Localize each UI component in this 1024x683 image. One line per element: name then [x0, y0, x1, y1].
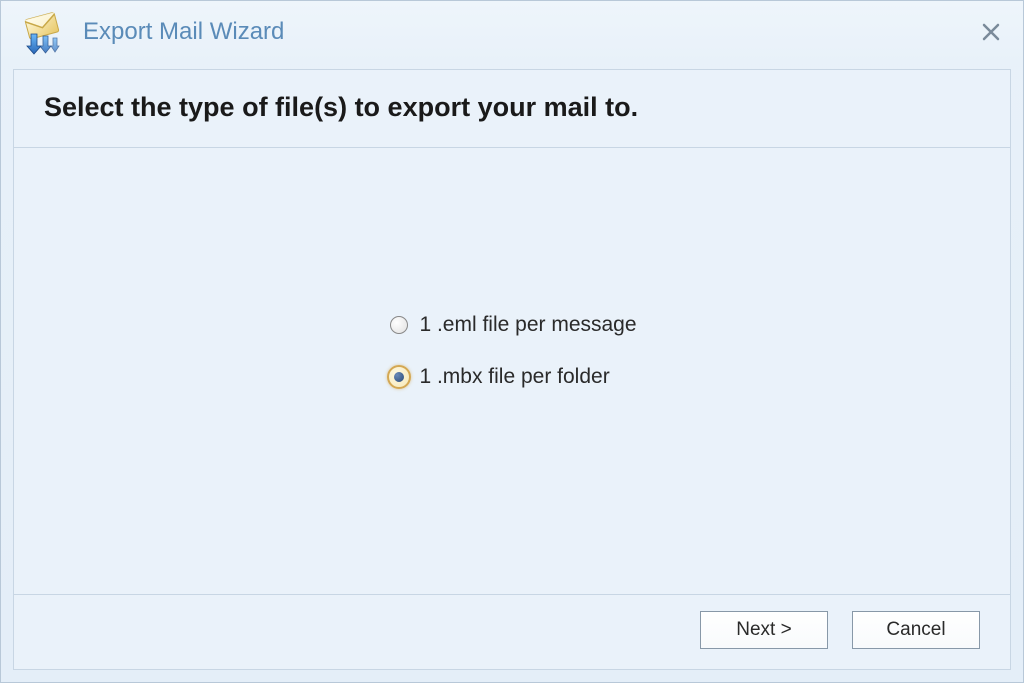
button-bar: Next > Cancel	[14, 594, 1010, 669]
heading-section: Select the type of file(s) to export you…	[14, 70, 1010, 148]
page-heading: Select the type of file(s) to export you…	[44, 92, 980, 123]
close-icon	[982, 23, 1000, 41]
export-type-radio-group: 1 .eml file per message 1 .mbx file per …	[387, 313, 636, 389]
close-button[interactable]	[975, 16, 1007, 48]
radio-button-mbx	[387, 365, 411, 389]
window-title: Export Mail Wizard	[83, 18, 975, 46]
radio-label-eml: 1 .eml file per message	[419, 313, 636, 337]
content-panel: Select the type of file(s) to export you…	[13, 69, 1011, 670]
radio-option-eml[interactable]: 1 .eml file per message	[387, 313, 636, 337]
title-bar: Export Mail Wizard	[1, 1, 1023, 63]
next-button[interactable]: Next >	[700, 611, 828, 649]
wizard-window: Export Mail Wizard Select the type of fi…	[0, 0, 1024, 683]
cancel-button[interactable]: Cancel	[852, 611, 980, 649]
radio-label-mbx: 1 .mbx file per folder	[419, 365, 609, 389]
radio-option-mbx[interactable]: 1 .mbx file per folder	[387, 365, 636, 389]
options-area: 1 .eml file per message 1 .mbx file per …	[14, 148, 1010, 594]
mail-export-icon	[17, 8, 65, 56]
radio-button-eml	[387, 313, 411, 337]
